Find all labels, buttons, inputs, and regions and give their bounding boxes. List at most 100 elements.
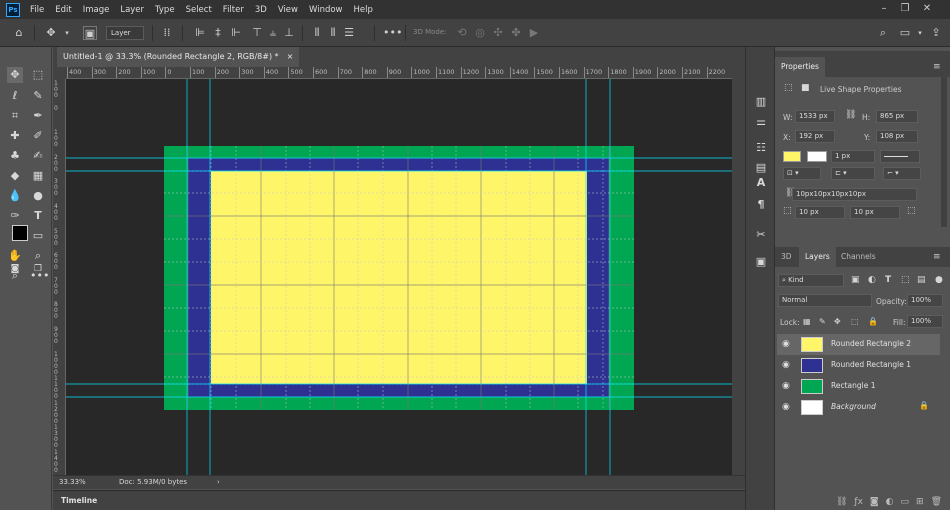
menu-filter[interactable]: Filter	[223, 5, 244, 15]
home-icon[interactable]: ⌂	[12, 26, 26, 40]
align-left-icon[interactable]: ⊫	[193, 26, 207, 40]
menu-layer[interactable]: Layer	[120, 5, 144, 15]
fill-field[interactable]: 100%	[907, 315, 943, 328]
chevron-down-icon[interactable]: ▾	[913, 26, 927, 40]
corner-radius-summary[interactable]: 10px10px10px10px	[792, 188, 917, 201]
layer-name[interactable]: Rectangle 1	[831, 381, 876, 390]
menu-help[interactable]: Help	[354, 5, 373, 15]
more-options-icon[interactable]: •••	[383, 26, 402, 40]
quick-select-tool-icon[interactable]: ✎	[30, 88, 46, 104]
transform-controls-icon[interactable]: ⁞⁞	[160, 26, 174, 40]
history-icon[interactable]: ▥	[753, 94, 769, 110]
close-tab-icon[interactable]: ×	[287, 47, 294, 67]
document-tab[interactable]: Untitled-1 @ 33.3% (Rounded Rectangle 2,…	[57, 47, 300, 67]
stroke-color-swatch[interactable]	[807, 151, 827, 162]
menu-file[interactable]: File	[30, 5, 44, 15]
clone-stamp-icon[interactable]: ♣	[7, 148, 23, 164]
stroke-cap-dropdown[interactable]: ⊏ ▾	[831, 167, 875, 180]
gradient-tool-icon[interactable]: ▦	[30, 168, 46, 184]
status-menu-arrow[interactable]: ›	[217, 476, 220, 489]
layer-filter-dropdown[interactable]: ⌕ Kind	[778, 274, 844, 287]
healing-brush-icon[interactable]: ✚	[7, 128, 23, 144]
chevron-down-icon[interactable]: ▾	[60, 26, 74, 40]
panel-menu-icon[interactable]: ≡	[933, 62, 941, 72]
menu-image[interactable]: Image	[83, 5, 110, 15]
layer-name[interactable]: Background	[831, 402, 876, 411]
paragraph-icon[interactable]: ¶	[753, 197, 769, 213]
visibility-eye-icon[interactable]: ◉	[782, 360, 792, 370]
lock-image-icon[interactable]: ✎	[819, 317, 826, 326]
fx-icon[interactable]: ƒx	[854, 497, 863, 507]
menu-3d[interactable]: 3D	[255, 5, 267, 15]
foreground-color-swatch[interactable]	[12, 225, 28, 241]
eraser-tool-icon[interactable]: ◆	[7, 168, 23, 184]
lock-all-icon[interactable]: 🔒	[868, 317, 878, 326]
height-field[interactable]: 865 px	[876, 110, 918, 123]
properties-scrollbar[interactable]	[941, 77, 947, 227]
filter-shape-icon[interactable]: ⬚	[901, 275, 910, 285]
delete-layer-icon[interactable]: 🗑	[931, 497, 942, 507]
blur-tool-icon[interactable]: 💧	[7, 188, 23, 204]
align-top-icon[interactable]: ⊤	[250, 26, 264, 40]
zoom-level[interactable]: 33.33%	[59, 476, 86, 489]
workspace-icon[interactable]: ▭	[898, 26, 912, 40]
align-middle-icon[interactable]: ⫨	[266, 26, 280, 40]
screen-mode-icon[interactable]: ❐	[30, 261, 46, 277]
move-tool-icon[interactable]: ✥	[44, 26, 58, 40]
width-field[interactable]: 1533 px	[795, 110, 835, 123]
layer-row[interactable]: ◉ Background 🔒	[777, 397, 940, 418]
blend-mode-dropdown[interactable]: Normal	[778, 294, 872, 307]
link-icon[interactable]: ⛓	[845, 110, 856, 120]
dodge-tool-icon[interactable]: ●	[30, 188, 46, 204]
horizontal-ruler[interactable]: 400 300 200 100 0 100 200 300 400 500 600 700 800 900…	[66, 67, 732, 79]
fill-color-swatch[interactable]	[783, 151, 801, 162]
visibility-eye-icon[interactable]: ◉	[782, 402, 792, 412]
distribute-icon[interactable]: ☰	[342, 26, 356, 40]
filter-type-icon[interactable]: T	[885, 275, 891, 285]
tools-icon[interactable]: ✂	[753, 227, 769, 243]
vertical-ruler[interactable]: 1 0 0 0 1 0 0 2 0 0 3 0 0 4 0 0 5 0 0 6 0 0 7 0 …	[53, 79, 66, 475]
tab-properties[interactable]: Properties	[775, 57, 825, 77]
align-bottom-icon[interactable]: ⊥	[282, 26, 296, 40]
tab-layers[interactable]: Layers	[799, 247, 836, 267]
add-mask-icon[interactable]: ◙	[870, 497, 879, 507]
corner-tl-field[interactable]: 10 px	[795, 206, 845, 219]
move-tool-icon[interactable]: ✥	[7, 67, 23, 83]
type-tool-icon[interactable]: T	[30, 208, 46, 224]
opacity-field[interactable]: 100%	[907, 294, 943, 307]
libraries-icon[interactable]: ▣	[753, 254, 769, 270]
corner-tr-field[interactable]: 10 px	[850, 206, 900, 219]
menu-select[interactable]: Select	[186, 5, 212, 15]
eyedropper-tool-icon[interactable]: ✒	[30, 108, 46, 124]
lock-position-icon[interactable]: ✥	[834, 317, 841, 326]
brush-settings-icon[interactable]: ☷	[753, 140, 769, 156]
ruler-origin[interactable]	[53, 67, 66, 79]
restore-icon[interactable]: ❐	[898, 2, 912, 16]
visibility-eye-icon[interactable]: ◉	[782, 339, 792, 349]
brush-tool-icon[interactable]: ✐	[30, 128, 46, 144]
lasso-tool-icon[interactable]: ℓ	[7, 88, 23, 104]
filter-adjustment-icon[interactable]: ◐	[868, 275, 876, 285]
tab-3d[interactable]: 3D	[775, 247, 798, 267]
tab-channels[interactable]: Channels	[835, 247, 882, 267]
stroke-align-dropdown[interactable]: ⊡ ▾	[783, 167, 821, 180]
visibility-eye-icon[interactable]: ◉	[782, 381, 792, 391]
distribute-icon[interactable]: ⦀	[326, 26, 340, 40]
distribute-icon[interactable]: ⦀	[310, 26, 324, 40]
menu-edit[interactable]: Edit	[55, 5, 71, 15]
x-field[interactable]: 192 px	[795, 130, 835, 143]
menu-type[interactable]: Type	[155, 5, 175, 15]
new-layer-icon[interactable]: ⊞	[916, 497, 924, 507]
quick-mask-icon[interactable]: ◙	[7, 261, 23, 277]
new-group-icon[interactable]: ▭	[901, 497, 910, 507]
vertical-scrollbar[interactable]	[732, 67, 745, 475]
align-right-icon[interactable]: ⊩	[229, 26, 243, 40]
menu-window[interactable]: Window	[309, 5, 343, 15]
layer-row[interactable]: ◉ Rectangle 1	[777, 376, 940, 397]
auto-select-target-dropdown[interactable]: Layer	[106, 26, 144, 40]
canvas-area[interactable]	[66, 79, 732, 475]
filter-toggle-icon[interactable]: ●	[935, 275, 943, 285]
stroke-width-field[interactable]: 1 px	[831, 150, 875, 163]
menu-view[interactable]: View	[278, 5, 298, 15]
align-center-icon[interactable]: ‡	[211, 26, 225, 40]
